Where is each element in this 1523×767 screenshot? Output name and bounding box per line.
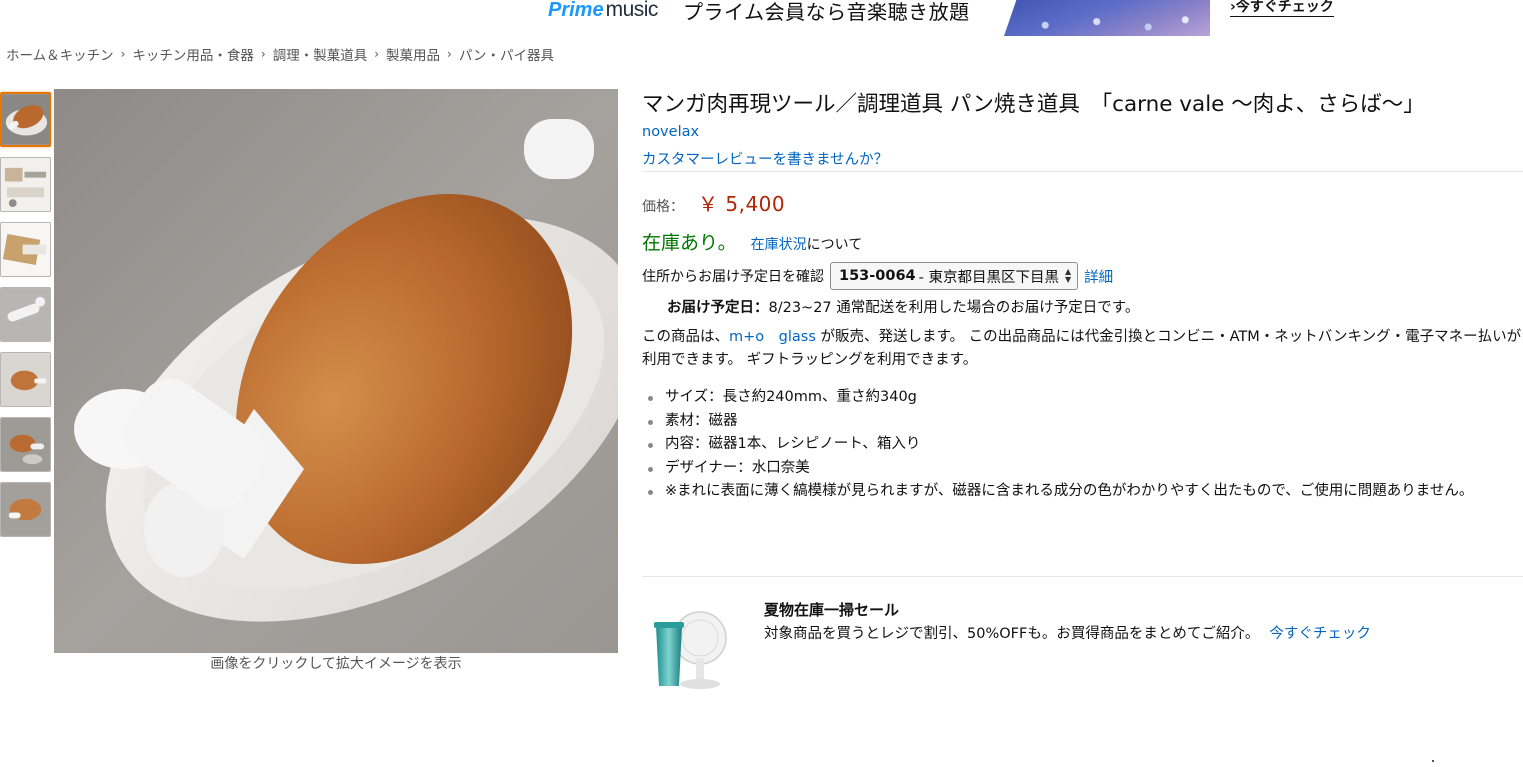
breadcrumb-home-kitchen[interactable]: ホーム＆キッチン bbox=[6, 44, 114, 64]
banner-concert-image bbox=[1004, 0, 1210, 36]
feature-bullet: 素材：磁器 bbox=[642, 410, 1523, 434]
eta-label: お届け予定日： bbox=[667, 300, 769, 316]
product-main-image[interactable] bbox=[54, 89, 618, 653]
breadcrumb-kitchen-tableware[interactable]: キッチン用品・食器 bbox=[132, 44, 254, 64]
promo-link[interactable]: 今すぐチェック bbox=[1269, 626, 1371, 642]
seller-link[interactable]: m+o glass bbox=[729, 329, 816, 345]
feature-bullet: ※まれに表面に薄く縞模様が見られますが、磁器に含まれる成分の色がわかりやすく出た… bbox=[642, 480, 1523, 504]
thumbnail-4[interactable] bbox=[0, 287, 51, 342]
feature-bullet: デザイナー：水口奈美 bbox=[642, 457, 1523, 481]
eta-text: 8/23~27 通常配送を利用した場合のお届け予定日です。 bbox=[768, 300, 1140, 316]
delivery-details-link[interactable]: 詳細 bbox=[1084, 266, 1113, 287]
stock-status: 在庫あり。 bbox=[642, 232, 737, 254]
promo-title: 夏物在庫一掃セール bbox=[764, 601, 900, 619]
page-marker bbox=[1432, 760, 1434, 762]
thumbnail-strip bbox=[0, 92, 52, 547]
breadcrumb-baking-supplies[interactable]: 製菓用品 bbox=[386, 44, 440, 64]
banner-headline: プライム会員なら音楽聴き放題 bbox=[683, 0, 970, 24]
thumbnail-1[interactable] bbox=[0, 92, 51, 147]
thumbnail-2[interactable] bbox=[0, 157, 51, 212]
price-value: ￥ 5,400 bbox=[698, 192, 786, 216]
availability-row: 在庫あり。 在庫状況 について bbox=[642, 228, 862, 255]
select-caret-icon: ▲ ▼ bbox=[1065, 267, 1072, 284]
thumbnail-5[interactable] bbox=[0, 352, 51, 407]
seller-prefix: この商品は、 bbox=[642, 329, 729, 345]
breadcrumb-cooking-tools[interactable]: 調理・製菓道具 bbox=[273, 44, 368, 64]
seller-info: この商品は、m+o glass が販売、発送します。 この出品商品には代金引換と… bbox=[642, 326, 1523, 372]
banner-cta-label: 今すぐチェック bbox=[1235, 0, 1334, 15]
zip-area: - 東京都目黒区下目黒 bbox=[918, 269, 1059, 286]
price-label: 価格： bbox=[642, 199, 684, 215]
divider bbox=[642, 576, 1523, 577]
logo-music-text: music bbox=[605, 0, 659, 21]
thumbnail-6[interactable] bbox=[0, 417, 51, 472]
image-zoom-caption: 画像をクリックして拡大イメージを表示 bbox=[210, 656, 462, 672]
brand-link[interactable]: novelax bbox=[642, 124, 699, 140]
product-title: マンガ肉再現ツール／調理道具 パン焼き道具 「carne vale ～肉よ、さら… bbox=[642, 92, 1425, 117]
delivery-eta: お届け予定日：8/23~27 通常配送を利用した場合のお届け予定日です。 bbox=[667, 296, 1139, 317]
promo-description: 対象商品を買うとレジで割引、50%OFFも。お買得商品をまとめてご紹介。 今すぐチ… bbox=[764, 622, 1371, 643]
banner-cta-link[interactable]: ›今すぐチェック bbox=[1230, 0, 1334, 17]
price-row: 価格： ￥ 5,400 bbox=[642, 188, 785, 217]
address-select[interactable]: 153-0064 - 東京都目黒区下目黒 ▲ ▼ bbox=[830, 262, 1079, 290]
breadcrumb: ホーム＆キッチン › キッチン用品・食器 › 調理・製菓道具 › 製菓用品 › … bbox=[6, 44, 554, 64]
feature-bullet: サイズ：長さ約240mm、重さ約340g bbox=[642, 386, 1523, 410]
breadcrumb-bread-pie-tools[interactable]: パン・パイ器具 bbox=[459, 44, 554, 64]
delivery-label: 住所からお届け予定日を確認 bbox=[642, 269, 824, 285]
zip-code: 153-0064 bbox=[839, 268, 916, 284]
prime-music-banner[interactable]: Prime music プライム会員なら音楽聴き放題 ›今すぐチェック bbox=[0, 0, 1523, 38]
feature-bullet: 内容：磁器1本、レシピノート、箱入り bbox=[642, 433, 1523, 457]
logo-prime-text: Prime bbox=[548, 0, 604, 21]
prime-music-logo: Prime music bbox=[548, 0, 658, 24]
thumbnail-3[interactable] bbox=[0, 222, 51, 277]
thumbnail-7[interactable] bbox=[0, 482, 51, 537]
chevron-right-icon: › bbox=[374, 47, 380, 61]
chevron-right-icon: › bbox=[447, 47, 452, 61]
promo-text: 対象商品を買うとレジで割引、50%OFFも。お買得商品をまとめてご紹介。 bbox=[764, 626, 1260, 642]
stock-status-suffix: について bbox=[806, 237, 863, 253]
divider bbox=[642, 171, 1523, 172]
stock-status-link[interactable]: 在庫状況 bbox=[751, 234, 807, 254]
chevron-right-icon: › bbox=[260, 47, 266, 61]
write-review-link[interactable]: カスタマーレビューを書きませんか？ bbox=[642, 148, 888, 169]
delivery-address-row: 住所からお届け予定日を確認 153-0064 - 東京都目黒区下目黒 ▲ ▼ 詳細 bbox=[642, 262, 1113, 290]
promo-image[interactable] bbox=[648, 598, 732, 694]
feature-bullets: サイズ：長さ約240mm、重さ約340g 素材：磁器 内容：磁器1本、レシピノー… bbox=[642, 386, 1523, 504]
chevron-right-icon: › bbox=[120, 47, 126, 61]
